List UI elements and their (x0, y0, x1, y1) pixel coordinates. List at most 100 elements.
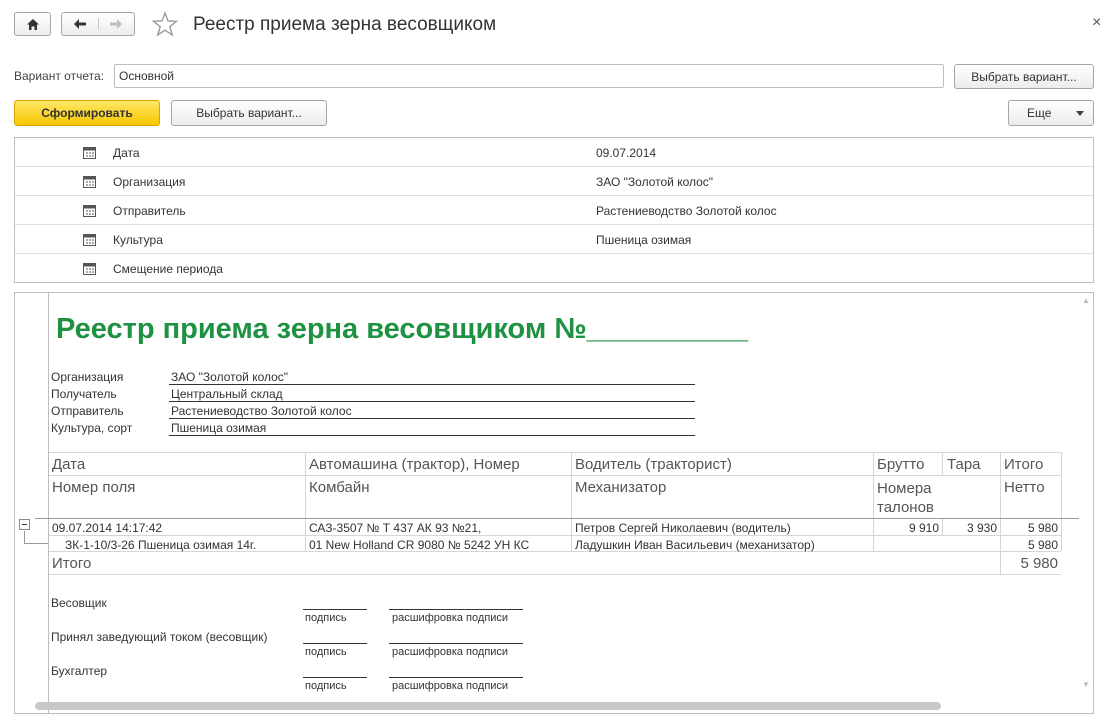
table-line (49, 535, 1061, 536)
variant-label: Вариант отчета: (14, 69, 104, 83)
cell-gross: 9 910 (908, 521, 939, 535)
column-header: Нетто (1004, 479, 1045, 496)
arrow-right-icon (110, 19, 123, 29)
column-header: Номер поля (52, 479, 136, 496)
home-button[interactable] (14, 12, 51, 36)
more-button-label: Еще (1027, 106, 1052, 120)
report-document[interactable]: ▲ ▼ Реестр приема зерна весовщиком №____… (14, 292, 1094, 714)
collapse-group-icon[interactable] (19, 519, 30, 530)
cell-combine: 01 New Holland CR 9080 № 5242 УН КС (309, 538, 530, 552)
setting-label: Дата (113, 146, 140, 160)
table-line (305, 452, 306, 518)
signature-caption: подпись (305, 612, 347, 624)
table-line (1061, 452, 1062, 518)
variant-input[interactable]: Основной (114, 64, 944, 88)
header-value: Пшеница озимая (169, 421, 695, 436)
setting-value[interactable]: Пшеница озимая (596, 233, 691, 247)
column-header: Тара (947, 456, 981, 473)
signature-line (389, 677, 523, 678)
cell-field: ЗК-1-10/3-26 Пшеница озимая 14г. (65, 538, 257, 552)
setting-label: Культура (113, 233, 163, 247)
column-header: Номера талонов (877, 480, 934, 516)
signature-line (389, 609, 523, 610)
table-line (49, 452, 1061, 453)
signature-line (303, 677, 367, 678)
cell-date: 09.07.2014 14:17:42 (52, 521, 163, 535)
header-label: Отправитель (51, 404, 124, 418)
signature-caption: подпись (305, 680, 347, 692)
calendar-icon (83, 263, 96, 275)
table-line (49, 574, 1061, 575)
chevron-down-icon (1076, 111, 1084, 116)
nav-group (61, 12, 135, 36)
settings-panel: Дата 09.07.2014 Организация ЗАО "Золотой… (14, 137, 1094, 283)
home-icon (26, 18, 39, 30)
more-button[interactable]: Еще (1008, 100, 1094, 126)
forward-button[interactable] (97, 18, 135, 30)
total-label: Итого (52, 555, 92, 572)
signature-caption: расшифровка подписи (392, 646, 509, 658)
cell-operator: Ладушкин Иван Васильевич (механизатор) (575, 538, 815, 552)
tree-line (24, 531, 25, 543)
signature-line (303, 609, 367, 610)
table-line (1000, 551, 1001, 574)
signature-role: Весовщик (51, 596, 107, 610)
table-line (873, 452, 874, 518)
setting-value[interactable]: Растениеводство Золотой колос (596, 204, 777, 218)
total-value: 5 980 (1020, 555, 1058, 572)
column-header: Механизатор (575, 479, 667, 496)
column-header: Водитель (тракторист) (575, 456, 732, 473)
signature-caption: расшифровка подписи (392, 680, 509, 692)
column-header: Брутто (877, 456, 925, 473)
horizontal-scrollbar[interactable] (35, 702, 941, 710)
calendar-icon (83, 205, 96, 217)
header-label: Организация (51, 370, 124, 384)
setting-value[interactable]: 09.07.2014 (596, 146, 656, 160)
cell-total: 5 980 (1027, 521, 1058, 535)
table-line (1061, 519, 1062, 551)
column-header: Комбайн (309, 479, 370, 496)
header-value: Центральный склад (169, 387, 695, 402)
scroll-down-icon[interactable]: ▼ (1082, 680, 1090, 689)
signature-caption: подпись (305, 646, 347, 658)
column-header: Дата (52, 456, 86, 473)
signature-caption: расшифровка подписи (392, 612, 509, 624)
cell-vehicle: САЗ-3507 № Т 437 АК 93 №21, (309, 521, 482, 535)
signature-line (303, 643, 367, 644)
close-icon[interactable]: × (1092, 14, 1101, 32)
table-line (49, 475, 1061, 476)
setting-row-sender[interactable]: Отправитель Растениеводство Золотой коло… (15, 196, 1093, 225)
setting-value[interactable]: ЗАО "Золотой колос" (596, 175, 713, 189)
setting-label: Смещение периода (113, 262, 223, 276)
report-title: Реестр приема зерна весовщиком №________… (56, 313, 748, 345)
signature-role: Принял заведующий током (весовщик) (51, 630, 268, 644)
table-line (35, 518, 1079, 519)
setting-row-crop[interactable]: Культура Пшеница озимая (15, 225, 1093, 254)
setting-label: Организация (113, 175, 186, 189)
setting-row-organization[interactable]: Организация ЗАО "Золотой колос" (15, 167, 1093, 196)
column-header: Итого (1004, 456, 1044, 473)
setting-row-period-offset[interactable]: Смещение периода (15, 254, 1093, 283)
calendar-icon (83, 234, 96, 246)
calendar-icon (83, 147, 96, 159)
choose-variant-button-top[interactable]: Выбрать вариант... (954, 64, 1094, 89)
table-line (571, 452, 572, 518)
scroll-up-icon[interactable]: ▲ (1082, 296, 1090, 305)
window-title: Реестр приема зерна весовщиком (193, 14, 497, 35)
generate-button[interactable]: Сформировать (14, 100, 160, 126)
table-line (942, 519, 943, 535)
signature-role: Бухгалтер (51, 664, 108, 678)
table-line (1000, 452, 1001, 518)
header-label: Получатель (51, 387, 117, 401)
column-header: Автомашина (трактор), Номер (309, 456, 520, 473)
setting-row-date[interactable]: Дата 09.07.2014 (15, 138, 1093, 167)
choose-variant-button[interactable]: Выбрать вариант... (171, 100, 327, 126)
header-label: Культура, сорт (51, 421, 133, 435)
header-value: Растениеводство Золотой колос (169, 404, 695, 419)
tree-line (24, 543, 48, 544)
back-button[interactable] (62, 18, 98, 30)
calendar-icon (83, 176, 96, 188)
favorite-star-icon[interactable] (152, 11, 178, 37)
arrow-left-icon (73, 19, 86, 29)
cell-tare: 3 930 (966, 521, 997, 535)
